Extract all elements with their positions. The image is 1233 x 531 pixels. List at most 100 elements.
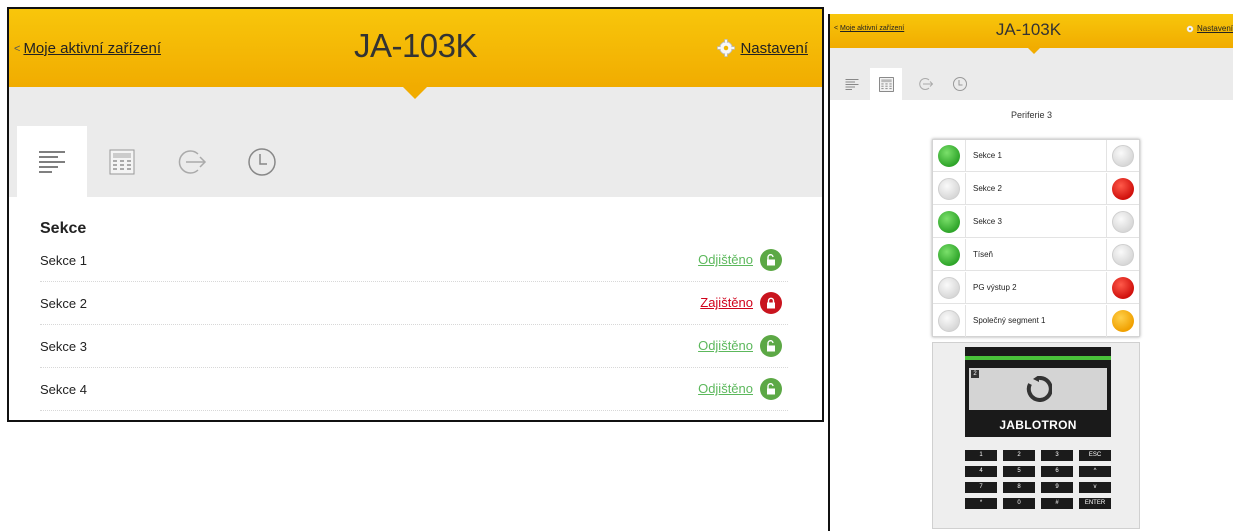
status-led-off bbox=[1112, 145, 1134, 167]
status-led-red bbox=[1112, 277, 1134, 299]
tab-history[interactable] bbox=[944, 68, 976, 100]
section-state-link[interactable]: Zajištěno bbox=[700, 295, 753, 310]
tab-keypad[interactable] bbox=[87, 126, 157, 197]
key-3[interactable]: 3 bbox=[1041, 450, 1073, 461]
key-0[interactable]: 0 bbox=[1003, 498, 1035, 509]
keypad-icon bbox=[109, 149, 135, 174]
key-6[interactable]: 6 bbox=[1041, 466, 1073, 477]
segment-left-button[interactable] bbox=[933, 239, 966, 271]
sections-list: Sekce Sekce 1 Odjištěno Sekce 2 Zajištěn… bbox=[9, 197, 822, 420]
segment-row: Sekce 3 bbox=[933, 206, 1139, 238]
segment-left-button[interactable] bbox=[933, 272, 966, 304]
brand-logo: JABLOTRON bbox=[999, 418, 1077, 432]
key-8[interactable]: 8 bbox=[1003, 482, 1035, 493]
status-led-off bbox=[1112, 211, 1134, 233]
section-name: Sekce 3 bbox=[40, 339, 87, 354]
status-led-off bbox=[938, 178, 960, 200]
segment-label: Sekce 1 bbox=[973, 151, 1002, 160]
list-icon bbox=[845, 78, 859, 90]
clock-icon bbox=[953, 77, 967, 91]
segment-panel: Sekce 1 Sekce 2 Sekce 3 Tíseň PG výstup … bbox=[932, 139, 1140, 337]
segment-left-button[interactable] bbox=[933, 173, 966, 205]
tab-bar bbox=[830, 48, 1233, 100]
header-bar: < Moje aktivní zařízení JA-103K Nastaven… bbox=[830, 14, 1233, 48]
tab-sections[interactable] bbox=[17, 126, 87, 197]
tab-sections[interactable] bbox=[836, 68, 868, 100]
status-led-green bbox=[938, 211, 960, 233]
settings-link[interactable]: Nastavení bbox=[1186, 24, 1233, 33]
key-5[interactable]: 5 bbox=[1003, 466, 1035, 477]
tab-history[interactable] bbox=[227, 126, 297, 197]
key-star[interactable]: * bbox=[965, 498, 997, 509]
unlock-icon[interactable] bbox=[760, 335, 782, 357]
segment-right-button[interactable] bbox=[1106, 272, 1139, 304]
header-bar: < Moje aktivní zařízení JA-103K Nastavení bbox=[9, 9, 822, 87]
device-panel-large: < Moje aktivní zařízení JA-103K Nastavení bbox=[7, 7, 824, 422]
key-enter[interactable]: ENTER bbox=[1079, 498, 1111, 509]
unlock-icon[interactable] bbox=[760, 249, 782, 271]
tab-keypad[interactable] bbox=[870, 68, 902, 100]
key-down[interactable]: v bbox=[1079, 482, 1111, 493]
tab-outputs[interactable] bbox=[157, 126, 227, 197]
status-led-off bbox=[938, 277, 960, 299]
segment-left-button[interactable] bbox=[933, 206, 966, 238]
header-notch bbox=[403, 87, 427, 99]
settings-label: Nastavení bbox=[740, 39, 808, 57]
screen-badge: 2 bbox=[971, 370, 979, 378]
segment-left-button[interactable] bbox=[933, 305, 966, 337]
clock-icon bbox=[248, 147, 276, 176]
key-4[interactable]: 4 bbox=[965, 466, 997, 477]
segment-label: Sekce 3 bbox=[973, 217, 1002, 226]
section-name: Sekce 2 bbox=[40, 296, 87, 311]
status-led-green bbox=[938, 244, 960, 266]
section-row: Sekce 4 Odjištěno bbox=[40, 368, 788, 411]
exit-arrow-icon bbox=[178, 149, 207, 174]
segment-left-button[interactable] bbox=[933, 140, 966, 172]
tab-bar bbox=[9, 87, 822, 197]
key-up[interactable]: ^ bbox=[1079, 466, 1111, 477]
segment-right-button[interactable] bbox=[1106, 239, 1139, 271]
segment-row: Společný segment 1 bbox=[933, 305, 1139, 337]
section-row: Sekce 3 Odjištěno bbox=[40, 325, 788, 368]
segment-row: Tíseň bbox=[933, 239, 1139, 271]
section-row: Sekce 1 Odjištěno bbox=[40, 239, 788, 282]
section-state-link[interactable]: Odjištěno bbox=[698, 338, 753, 353]
status-led-off bbox=[1112, 244, 1134, 266]
segment-row: Sekce 2 bbox=[933, 173, 1139, 205]
gear-icon bbox=[1186, 25, 1194, 32]
page-title: JA-103K bbox=[353, 27, 478, 64]
keypad-screen: 2 bbox=[969, 368, 1107, 410]
status-led-orange bbox=[1112, 310, 1134, 332]
segment-label: Sekce 2 bbox=[973, 184, 1002, 193]
segment-label: Společný segment 1 bbox=[973, 316, 1046, 325]
key-2[interactable]: 2 bbox=[1003, 450, 1035, 461]
peripheral-title: Periferie 3 bbox=[1010, 110, 1053, 120]
device-panel-keypad-view: < Moje aktivní zařízení JA-103K Nastaven… bbox=[828, 14, 1233, 531]
power-icon bbox=[1026, 376, 1052, 402]
section-name: Sekce 1 bbox=[40, 253, 87, 268]
status-light-bar bbox=[965, 356, 1111, 360]
section-state-link[interactable]: Odjištěno bbox=[698, 252, 753, 267]
status-led-green bbox=[938, 145, 960, 167]
lock-icon[interactable] bbox=[760, 292, 782, 314]
segment-row: PG výstup 2 bbox=[933, 272, 1139, 304]
settings-label: Nastavení bbox=[1196, 24, 1233, 33]
unlock-icon[interactable] bbox=[760, 378, 782, 400]
segment-right-button[interactable] bbox=[1106, 206, 1139, 238]
section-state-link[interactable]: Odjištěno bbox=[698, 381, 753, 396]
tab-outputs[interactable] bbox=[910, 68, 942, 100]
key-9[interactable]: 9 bbox=[1041, 482, 1073, 493]
key-1[interactable]: 1 bbox=[965, 450, 997, 461]
key-hash[interactable]: # bbox=[1041, 498, 1073, 509]
segment-right-button[interactable] bbox=[1106, 173, 1139, 205]
key-7[interactable]: 7 bbox=[965, 482, 997, 493]
list-icon bbox=[39, 150, 65, 173]
keypad-display-area: 2 JABLOTRON bbox=[965, 347, 1111, 437]
key-esc[interactable]: ESC bbox=[1079, 450, 1111, 461]
exit-arrow-icon bbox=[919, 78, 934, 90]
settings-link[interactable]: Nastavení bbox=[717, 39, 808, 57]
status-led-red bbox=[1112, 178, 1134, 200]
segment-right-button[interactable] bbox=[1106, 305, 1139, 337]
segment-label: PG výstup 2 bbox=[973, 283, 1017, 292]
segment-right-button[interactable] bbox=[1106, 140, 1139, 172]
